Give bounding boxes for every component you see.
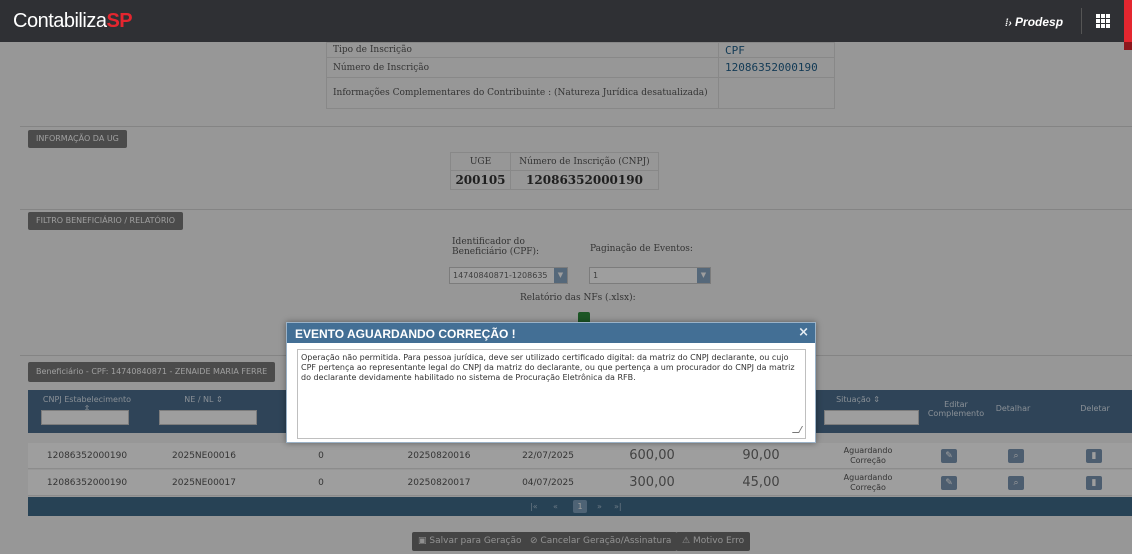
dialog-message-textarea[interactable]: Operação não permitida. Para pessoa jurí…	[297, 349, 806, 439]
app-logo[interactable]: ContabilizaSP	[13, 10, 133, 33]
close-icon[interactable]: ×	[798, 325, 809, 340]
brand-main: Contabiliza	[13, 10, 107, 32]
prodesp-label: Prodesp	[1015, 15, 1064, 29]
brand-accent: SP	[106, 10, 133, 32]
header-divider	[1081, 8, 1082, 34]
prodesp-logo: ⁞› Prodesp	[1005, 15, 1064, 29]
grid-icon[interactable]	[1096, 14, 1110, 28]
dialog-title: EVENTO AGUARDANDO CORREÇÃO !	[295, 327, 516, 341]
modal-backdrop[interactable]	[0, 42, 1132, 554]
dialog-header: EVENTO AGUARDANDO CORREÇÃO ! ×	[287, 323, 815, 343]
error-dialog: EVENTO AGUARDANDO CORREÇÃO ! × Operação …	[286, 322, 816, 443]
app-header: ContabilizaSP ⁞› Prodesp	[0, 0, 1132, 50]
